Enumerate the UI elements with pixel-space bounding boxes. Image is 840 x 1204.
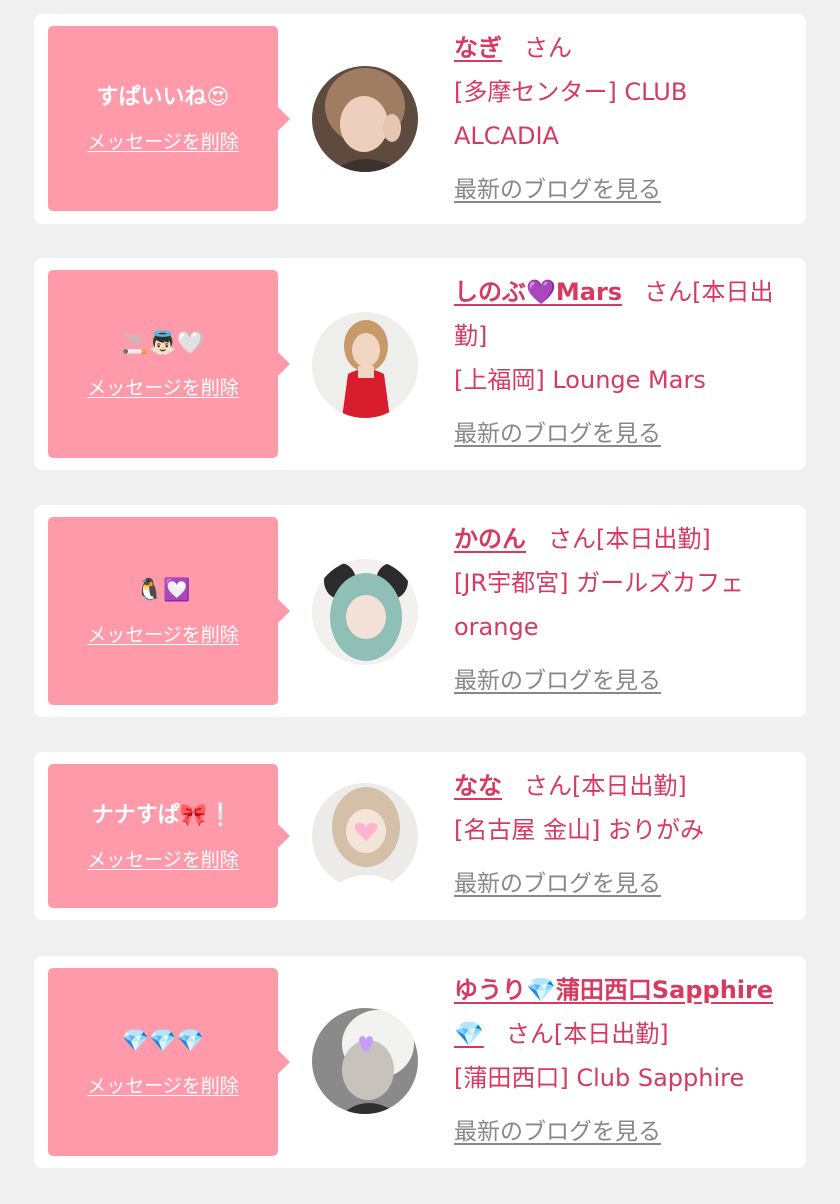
cast-suffix: さん[本日出勤]: [505, 1020, 669, 1048]
avatar-photo: [312, 66, 418, 172]
avatar[interactable]: [312, 312, 418, 418]
avatar-photo: [312, 1008, 418, 1114]
latest-blog-link[interactable]: 最新のブログを見る: [454, 862, 798, 906]
delete-message-link[interactable]: メッセージを削除: [87, 1071, 239, 1098]
avatar-photo: [312, 312, 418, 418]
avatar[interactable]: [312, 66, 418, 172]
latest-blog-link[interactable]: 最新のブログを見る: [454, 659, 798, 703]
delete-message-link[interactable]: メッセージを削除: [87, 373, 239, 400]
message-bubble: 🚬👼🏻🤍 メッセージを削除: [48, 270, 290, 458]
cast-info: なな さん[本日出勤] [名古屋 金山] おりがみ 最新のブログを見る: [454, 764, 798, 906]
message-bubble: 🐧💟 メッセージを削除: [48, 517, 290, 705]
delete-message-link[interactable]: メッセージを削除: [87, 845, 239, 872]
latest-blog-link[interactable]: 最新のブログを見る: [454, 168, 798, 212]
message-bubble: 💎💎💎 メッセージを削除: [48, 968, 290, 1156]
cast-suffix: さん: [524, 34, 572, 62]
shop-location: [上福岡] Lounge Mars: [454, 366, 706, 394]
message-bubble: ナナすぱ🎀❕ メッセージを削除: [48, 764, 290, 908]
avatar-photo: [312, 559, 418, 665]
cast-name-link[interactable]: しのぶ💜Mars: [454, 278, 622, 306]
avatar-photo: [312, 783, 418, 889]
message-card: 🚬👼🏻🤍 メッセージを削除 しのぶ💜Mars さん[本日出勤] [上福岡] Lou…: [34, 258, 806, 470]
cast-suffix: さん[本日出勤]: [524, 772, 687, 800]
cast-header: なぎ さん: [454, 26, 798, 70]
cast-info: なぎ さん [多摩センター] CLUB ALCADIA 最新のブログを見る: [454, 26, 798, 212]
shop-location: [JR宇都宮] ガールズカフェorange: [454, 569, 745, 641]
latest-blog-link[interactable]: 最新のブログを見る: [454, 1110, 798, 1154]
message-bubble: すぱいいね😍 メッセージを削除: [48, 26, 290, 211]
message-text: 💎💎💎: [121, 1028, 205, 1054]
cast-header: ゆうり💎蒲田西口Sapphire💎 さん[本日出勤]: [454, 968, 798, 1056]
message-list: すぱいいね😍 メッセージを削除 なぎ さん [多摩センター] CLUB ALCAD…: [0, 0, 840, 1204]
message-text: すぱいいね😍: [96, 85, 230, 110]
cast-header: なな さん[本日出勤]: [454, 764, 798, 808]
message-card: ナナすぱ🎀❕ メッセージを削除 なな さん[本日出勤] [名古屋 金山] おりがみ…: [34, 752, 806, 920]
cast-info: しのぶ💜Mars さん[本日出勤] [上福岡] Lounge Mars 最新のブロ…: [454, 270, 798, 456]
message-card: 💎💎💎 メッセージを削除 ゆうり💎蒲田西口Sapphire💎 さん[本日出勤] […: [34, 956, 806, 1168]
delete-message-link[interactable]: メッセージを削除: [87, 127, 239, 154]
message-text: ナナすぱ🎀❕: [91, 802, 235, 828]
message-text: 🚬👼🏻🤍: [121, 330, 205, 356]
shop-location: [名古屋 金山] おりがみ: [454, 816, 704, 844]
shop-location: [多摩センター] CLUB ALCADIA: [454, 78, 688, 150]
cast-name-link[interactable]: なな: [454, 772, 502, 800]
latest-blog-link[interactable]: 最新のブログを見る: [454, 412, 798, 456]
cast-name-link[interactable]: なぎ: [454, 34, 502, 62]
avatar[interactable]: [312, 1008, 418, 1114]
avatar[interactable]: [312, 783, 418, 889]
cast-info: かのん さん[本日出勤] [JR宇都宮] ガールズカフェorange 最新のブログ…: [454, 517, 798, 703]
cast-suffix: さん[本日出勤]: [548, 525, 711, 553]
shop-location: [蒲田西口] Club Sapphire: [454, 1064, 745, 1092]
delete-message-link[interactable]: メッセージを削除: [87, 620, 239, 647]
cast-header: かのん さん[本日出勤]: [454, 517, 798, 561]
message-card: 🐧💟 メッセージを削除 かのん さん[本日出勤] [JR宇都宮] ガールズカフェo…: [34, 505, 806, 717]
avatar[interactable]: [312, 559, 418, 665]
message-card: すぱいいね😍 メッセージを削除 なぎ さん [多摩センター] CLUB ALCAD…: [34, 14, 806, 224]
cast-name-link[interactable]: かのん: [454, 525, 526, 553]
cast-header: しのぶ💜Mars さん[本日出勤]: [454, 270, 798, 358]
message-text: 🐧💟: [135, 577, 191, 603]
cast-info: ゆうり💎蒲田西口Sapphire💎 さん[本日出勤] [蒲田西口] Club Sa…: [454, 968, 798, 1154]
